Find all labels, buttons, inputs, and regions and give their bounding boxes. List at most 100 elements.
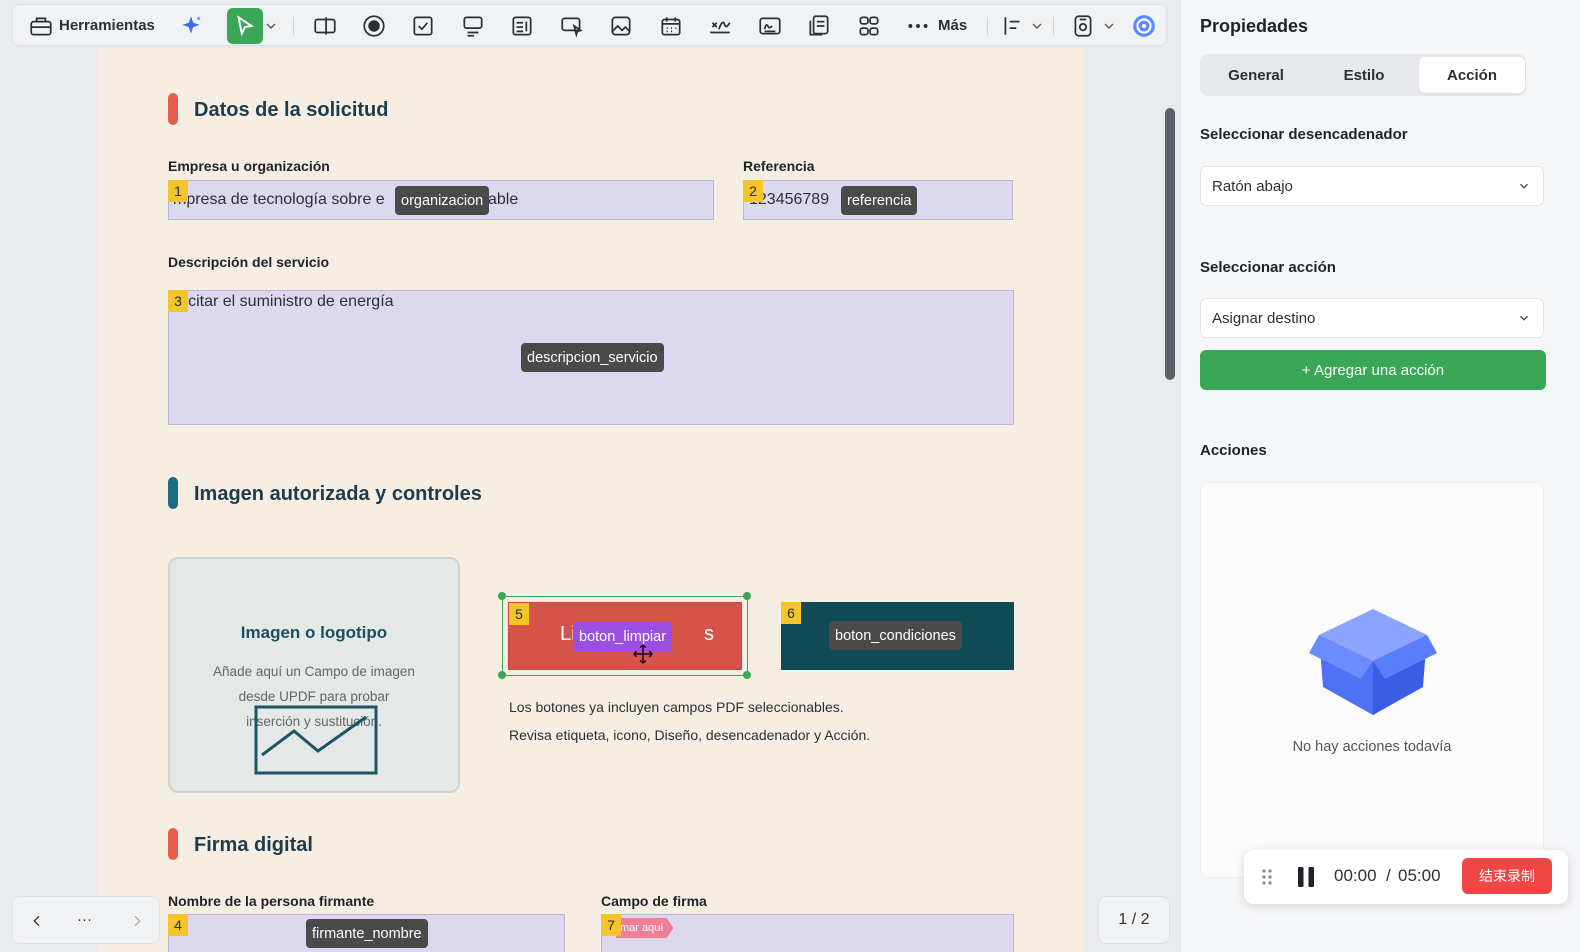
- trigger-heading: Seleccionar desencadenador: [1200, 126, 1408, 143]
- chevron-left-icon[interactable]: [29, 913, 45, 929]
- checkbox-icon[interactable]: [405, 8, 441, 44]
- field-number-badge: 7: [601, 914, 621, 936]
- chevron-down-icon[interactable]: [1029, 8, 1045, 44]
- page-indicator[interactable]: 1 / 2: [1098, 896, 1170, 944]
- tab-general[interactable]: General: [1203, 57, 1309, 93]
- empty-box-icon: [1309, 609, 1437, 715]
- label-referencia: Referencia: [743, 158, 815, 174]
- field-number-badge: 3: [168, 290, 188, 312]
- referencia-field[interactable]: 123456789 2 referencia: [743, 180, 1013, 220]
- chevron-down-icon[interactable]: [263, 8, 279, 44]
- drag-handle-icon[interactable]: [1260, 867, 1274, 887]
- radio-button-icon[interactable]: [356, 8, 392, 44]
- resize-handle[interactable]: [743, 671, 751, 679]
- firma-field[interactable]: mar aquí 7: [601, 914, 1014, 952]
- section-marker: [168, 93, 178, 125]
- vertical-scrollbar[interactable]: [1165, 108, 1175, 380]
- label-empresa: Empresa u organización: [168, 158, 330, 174]
- chevron-right-icon[interactable]: [129, 913, 145, 929]
- field-number-badge: 5: [509, 603, 529, 625]
- more-pages[interactable]: ···: [77, 911, 92, 928]
- field-name-tag: boton_limpiar: [573, 622, 673, 651]
- select-tool-icon[interactable]: [227, 8, 263, 44]
- toolbox-icon[interactable]: [23, 8, 59, 44]
- empty-actions-text: No hay acciones todavía: [1292, 739, 1452, 755]
- image-box-text: Añade aquí un Campo de imagen: [213, 664, 415, 679]
- field-number-badge: 1: [168, 180, 188, 202]
- stop-recording-button[interactable]: 结束录制: [1462, 858, 1552, 894]
- combo-box-icon[interactable]: [455, 8, 491, 44]
- align-left-icon[interactable]: [995, 8, 1031, 44]
- boton-condiciones[interactable]: 6 boton_condiciones: [781, 602, 1014, 670]
- time-separator: /: [1386, 866, 1391, 885]
- main-toolbar: Herramientas Más: [12, 4, 1167, 46]
- tools-label[interactable]: Herramientas: [59, 17, 155, 34]
- note-text: Revisa etiqueta, icono, Diseño, desencad…: [509, 727, 871, 743]
- recorder-widget: 00:00 / 05:00 结束录制: [1244, 850, 1568, 904]
- grid-apps-icon[interactable]: [851, 8, 887, 44]
- save-icon[interactable]: [1065, 8, 1101, 44]
- more-label[interactable]: Más: [938, 17, 967, 34]
- panel-title: Propiedades: [1200, 16, 1309, 36]
- assistant-logo-icon[interactable]: [1126, 8, 1162, 44]
- field-name-tag: boton_condiciones: [829, 621, 962, 650]
- descripcion-value: licitar el suministro de energía: [181, 293, 394, 310]
- move-cursor-icon: [633, 644, 653, 664]
- field-number-badge: 2: [743, 180, 763, 202]
- toolbar-divider: [987, 17, 988, 35]
- ai-sparkle-icon[interactable]: [173, 8, 209, 44]
- actions-list-empty: No hay acciones todavía: [1200, 482, 1544, 878]
- elapsed-time: 00:00: [1334, 866, 1377, 885]
- add-action-button[interactable]: + Agregar una acción: [1200, 350, 1546, 390]
- empresa-value: mpresa de tecnología sobre e: [173, 191, 385, 208]
- copy-fields-icon[interactable]: [801, 8, 837, 44]
- image-box-text: desde UPDF para probar: [238, 689, 390, 704]
- resize-handle[interactable]: [498, 592, 506, 600]
- chevron-down-icon: [1520, 315, 1528, 321]
- label-descripcion: Descripción del servicio: [168, 254, 330, 270]
- image-placeholder-box[interactable]: Imagen o logotipo Añade aquí un Campo de…: [168, 557, 460, 793]
- action-select[interactable]: Asignar destino: [1200, 298, 1544, 338]
- boton-limpiar[interactable]: Li s 5 boton_limpiar: [508, 602, 742, 670]
- toolbar-divider: [1053, 17, 1054, 35]
- firmante-field[interactable]: 4 firmante_nombre: [168, 914, 565, 952]
- properties-panel: Propiedades General Estilo Acción Selecc…: [1180, 0, 1580, 952]
- action-value: Asignar destino: [1212, 310, 1316, 327]
- image-box-title: Imagen o logotipo: [240, 623, 388, 642]
- image-field-icon[interactable]: [603, 8, 639, 44]
- toolbar-divider: [293, 17, 294, 35]
- digital-signature-icon[interactable]: [752, 8, 788, 44]
- action-heading: Seleccionar acción: [1200, 259, 1336, 276]
- note-text: Los botones ya incluyen campos PDF selec…: [509, 699, 844, 715]
- section-marker: [168, 477, 178, 509]
- calendar-icon[interactable]: [653, 8, 689, 44]
- section-title: Datos de la solicitud: [194, 99, 389, 121]
- section-title: Firma digital: [194, 834, 313, 856]
- button-field-icon[interactable]: [554, 8, 590, 44]
- tab-estilo[interactable]: Estilo: [1311, 57, 1417, 93]
- empresa-field[interactable]: mpresa de tecnología sobre e able 1 orga…: [168, 180, 714, 220]
- trigger-select[interactable]: Ratón abajo: [1200, 166, 1544, 206]
- empresa-value-end: able: [488, 191, 519, 208]
- pause-icon[interactable]: [1294, 865, 1318, 889]
- descripcion-field[interactable]: licitar el suministro de energía 3 descr…: [168, 290, 1014, 425]
- section-title: Imagen autorizada y controles: [194, 483, 482, 505]
- chevron-down-icon[interactable]: [1101, 8, 1117, 44]
- resize-handle[interactable]: [498, 671, 506, 679]
- field-name-tag: firmante_nombre: [306, 919, 428, 948]
- pdf-page: Datos de la solicitud Empresa u organiza…: [98, 48, 1084, 952]
- field-name-tag: descripcion_servicio: [521, 343, 664, 372]
- trigger-value: Ratón abajo: [1212, 178, 1293, 195]
- more-dots-icon[interactable]: [903, 8, 933, 44]
- chevron-down-icon: [1520, 183, 1528, 189]
- label-firmante: Nombre de la persona firmante: [168, 893, 375, 909]
- signature-icon[interactable]: [702, 8, 738, 44]
- tab-accion[interactable]: Acción: [1419, 57, 1525, 93]
- list-box-icon[interactable]: [504, 8, 540, 44]
- total-time: 05:00: [1398, 866, 1441, 885]
- field-number-badge: 4: [168, 914, 188, 936]
- field-name-tag: referencia: [841, 186, 918, 215]
- text-field-icon[interactable]: [307, 8, 343, 44]
- actions-heading: Acciones: [1200, 442, 1267, 459]
- resize-handle[interactable]: [743, 592, 751, 600]
